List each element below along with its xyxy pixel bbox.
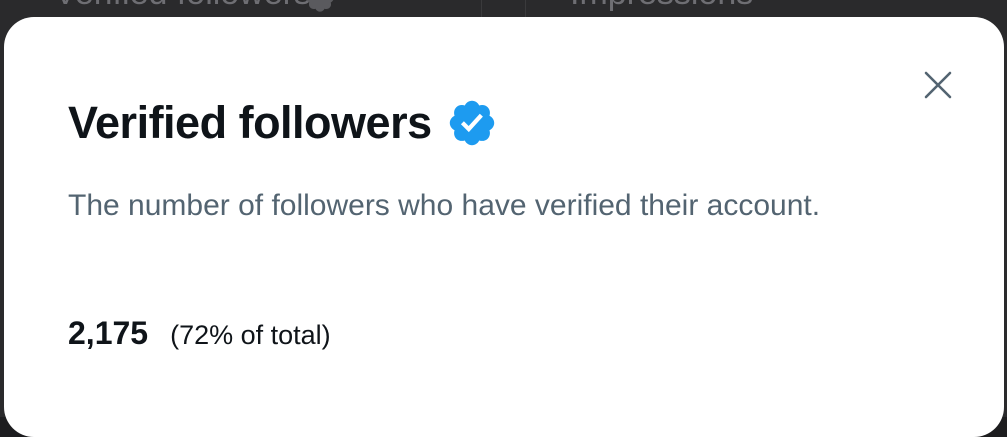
dialog-header: Verified followers bbox=[68, 97, 498, 149]
close-button[interactable] bbox=[916, 63, 960, 107]
background-verified-icon bbox=[306, 0, 334, 12]
verified-followers-count: 2,175 bbox=[68, 315, 149, 351]
verified-followers-percent: (72% of total) bbox=[170, 320, 331, 350]
background-tab-label: Verified followers bbox=[54, 0, 311, 12]
dialog-title: Verified followers bbox=[68, 97, 432, 148]
background-tab-label: Impressions bbox=[570, 0, 753, 12]
dialog-description: The number of followers who have verifie… bbox=[68, 189, 821, 222]
close-icon bbox=[924, 71, 952, 99]
background-tab-impressions: Impressions bbox=[570, 0, 753, 13]
background-divider bbox=[525, 0, 526, 18]
background-divider bbox=[481, 0, 482, 18]
verified-followers-stats: 2,175 (72% of total) bbox=[68, 315, 331, 352]
background-tab-verified-followers: Verified followers bbox=[54, 0, 311, 13]
verified-badge-icon bbox=[449, 100, 494, 146]
verified-followers-dialog: Verified followers The number of followe… bbox=[4, 17, 1004, 437]
